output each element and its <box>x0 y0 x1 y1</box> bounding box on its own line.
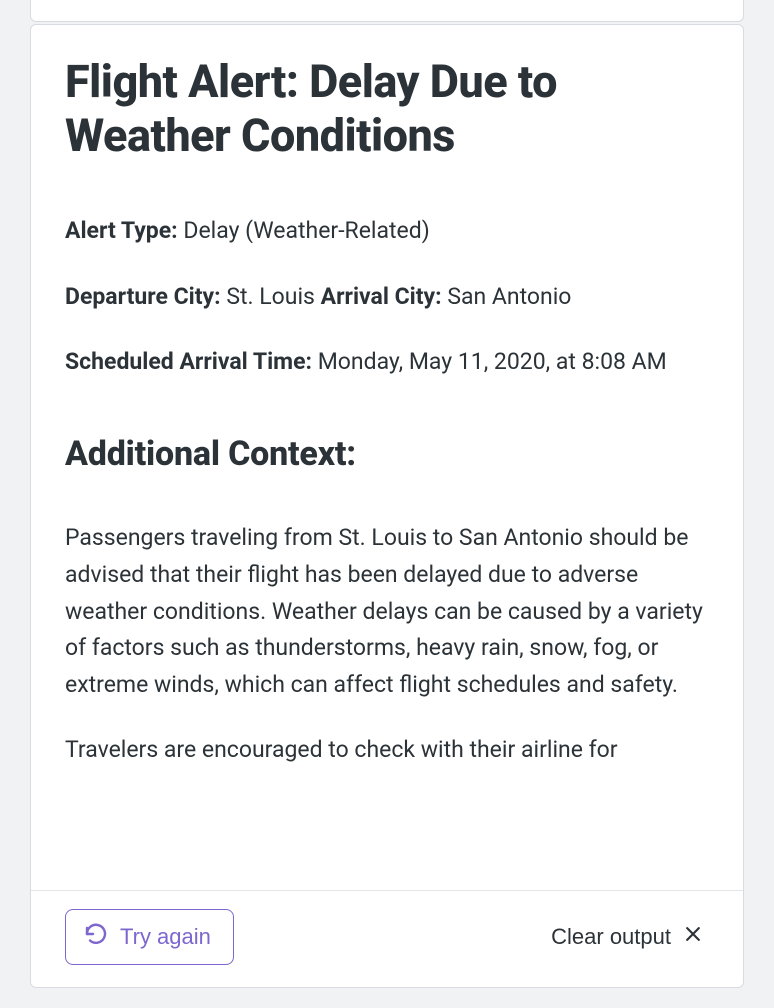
arrival-city-value: San Antonio <box>447 283 571 310</box>
output-content: Flight Alert: Delay Due to Weather Condi… <box>31 25 743 890</box>
cities-row: Departure City: St. Louis Arrival City: … <box>65 279 709 315</box>
close-icon <box>683 924 703 950</box>
alert-type-label: Alert Type: <box>65 217 178 244</box>
output-card: Flight Alert: Delay Due to Weather Condi… <box>30 24 744 988</box>
retry-icon <box>84 922 108 952</box>
previous-card-bottom <box>30 0 744 22</box>
try-again-button[interactable]: Try again <box>65 909 234 965</box>
content-fade-overlay <box>31 850 743 890</box>
context-paragraph-2-truncated: Travelers are encouraged to check with t… <box>65 732 709 769</box>
departure-city-label: Departure City: <box>65 283 221 310</box>
departure-city-value: St. Louis <box>226 283 315 310</box>
scheduled-arrival-value: Monday, May 11, 2020, at 8:08 AM <box>318 348 667 375</box>
scheduled-arrival-row: Scheduled Arrival Time: Monday, May 11, … <box>65 344 709 380</box>
scheduled-arrival-label: Scheduled Arrival Time: <box>65 348 312 375</box>
context-paragraph-1: Passengers traveling from St. Louis to S… <box>65 520 709 704</box>
card-footer: Try again Clear output <box>31 890 743 987</box>
alert-type-row: Alert Type: Delay (Weather-Related) <box>65 213 709 249</box>
context-heading: Additional Context: <box>65 434 709 474</box>
clear-output-button[interactable]: Clear output <box>545 914 709 960</box>
clear-output-label: Clear output <box>551 924 671 950</box>
try-again-label: Try again <box>120 924 211 950</box>
alert-title: Flight Alert: Delay Due to Weather Condi… <box>65 55 709 163</box>
alert-type-value: Delay (Weather-Related) <box>183 217 429 244</box>
arrival-city-label: Arrival City: <box>321 283 442 310</box>
